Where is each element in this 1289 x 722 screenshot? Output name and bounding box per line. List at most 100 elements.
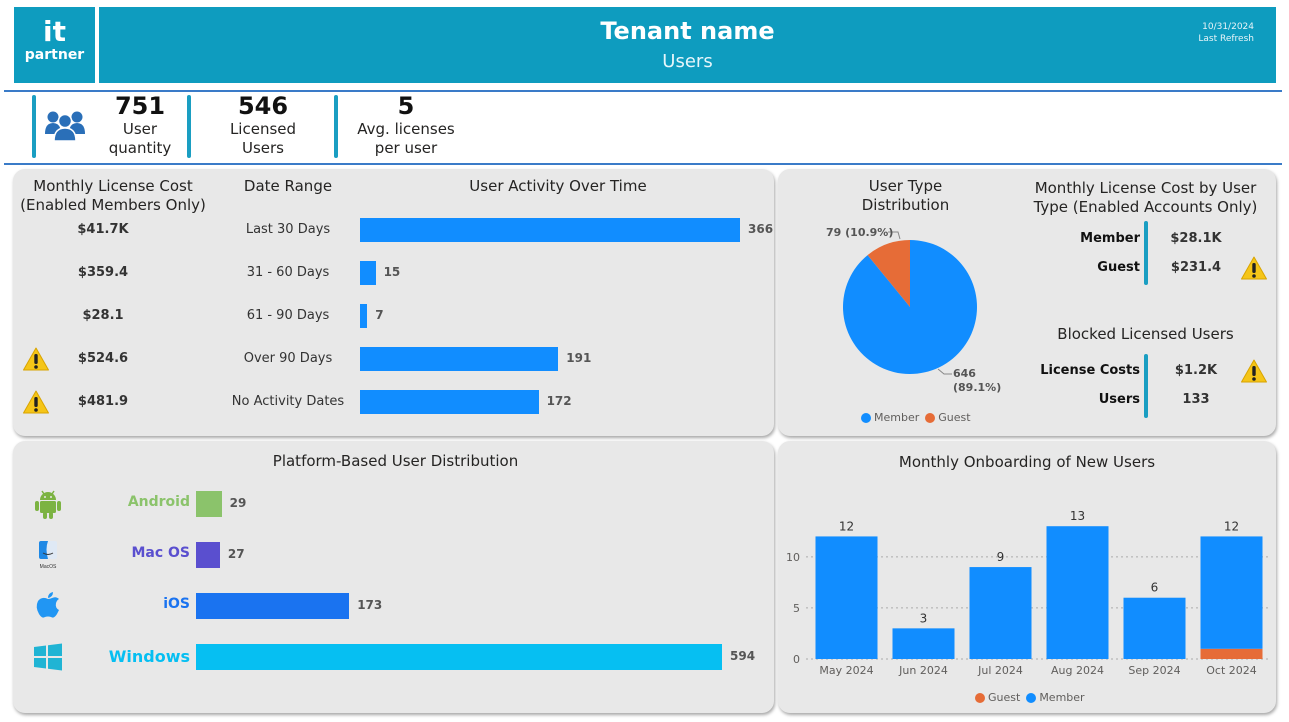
blocked-separator: [1144, 354, 1148, 418]
platform-bar-label: 27: [227, 547, 245, 561]
platform-bar-label: 173: [357, 598, 383, 612]
activity-bar-label: 366: [748, 222, 774, 236]
legend-member-label[interactable]: Member: [1039, 691, 1084, 704]
refresh-label: Last Refresh: [1198, 34, 1254, 44]
divider-top: [4, 90, 1282, 92]
kpi-separator: [32, 95, 36, 158]
warning-icon: [22, 346, 50, 372]
cost-value: $28.1: [82, 308, 124, 323]
pie-label-guest: 79 (10.9%): [826, 226, 894, 239]
x-tick-label: May 2024: [819, 664, 873, 677]
pie-member-percent: (89.1%): [953, 381, 1002, 394]
cost-value: $41.7K: [77, 222, 129, 237]
user-type-title-line1: User Type: [868, 177, 943, 195]
platform-label: Mac OS: [131, 545, 190, 561]
onboarding-title: Monthly Onboarding of New Users: [898, 453, 1156, 471]
legend-member-label[interactable]: Member: [874, 411, 919, 424]
activity-bar[interactable]: [360, 304, 368, 328]
pie-member-count: 646: [953, 367, 976, 380]
row-value: $231.4: [1170, 260, 1222, 275]
bar-member[interactable]: [1200, 536, 1263, 649]
bar-member[interactable]: [1123, 597, 1186, 659]
kpi-value: 546: [237, 92, 289, 120]
cost-by-type-separator: [1144, 221, 1148, 285]
legend-guest-label[interactable]: Guest: [988, 691, 1020, 704]
activity-bar-label: 191: [566, 351, 592, 365]
macos-finder-icon: MacOS: [33, 539, 63, 571]
legend-guest-label[interactable]: Guest: [938, 411, 970, 424]
cost-title-line1: Monthly License Cost: [33, 177, 193, 195]
activity-bar[interactable]: [360, 347, 559, 371]
windows-icon: [33, 641, 63, 673]
kpi-value: 5: [397, 92, 415, 120]
logo-partner: partner: [24, 47, 85, 63]
pie-leader-member: [937, 368, 952, 375]
row-label: License Costs: [1040, 363, 1140, 378]
kpi-user-quantity: 751 User quantity: [100, 92, 180, 158]
page-title: Tenant name: [600, 17, 775, 45]
x-tick-label: Oct 2024: [1206, 664, 1257, 677]
platform-bar[interactable]: [196, 542, 220, 568]
platform-label: Windows: [108, 647, 190, 666]
user-type-title-line2: Distribution: [861, 196, 950, 214]
bar-total-label: 13: [1070, 509, 1085, 523]
platform-bar[interactable]: [196, 491, 222, 517]
kpi-label: User: [122, 120, 158, 138]
warning-icon: [1240, 255, 1268, 281]
x-tick-label: Jun 2024: [898, 664, 948, 677]
bar-total-label: 6: [1151, 581, 1159, 595]
kpi-label: Avg. licenses: [357, 120, 455, 138]
bar-total-label: 12: [1224, 519, 1239, 533]
platform-bar[interactable]: [196, 644, 722, 670]
bar-member[interactable]: [892, 628, 955, 659]
activity-bar-label: 7: [375, 308, 384, 322]
user-type-title: User Type Distribution: [823, 177, 988, 215]
row-value: $1.2K: [1174, 363, 1218, 378]
cost-value: $359.4: [77, 265, 129, 280]
activity-bar[interactable]: [360, 218, 740, 242]
x-tick-label: Aug 2024: [1051, 664, 1104, 677]
user-type-card: User Type Distribution 79 (10.9%) 646 (8…: [778, 169, 1276, 436]
activity-bar-label: 172: [546, 394, 572, 408]
logo-it: it: [43, 15, 66, 48]
users-group-icon: [44, 108, 86, 146]
platform-card: Platform-Based User Distribution Android…: [13, 441, 774, 713]
platform-label: iOS: [163, 596, 190, 612]
platform-bar[interactable]: [196, 593, 350, 619]
cost-value: $481.9: [77, 394, 129, 409]
date-range-label: 31 - 60 Days: [246, 265, 330, 280]
x-tick-label: Jul 2024: [977, 664, 1023, 677]
legend-member-dot: [1026, 692, 1037, 703]
row-label: Users: [1098, 392, 1140, 407]
pie-label-member: 646 (89.1%): [953, 367, 1001, 395]
kpi-licensed-users: 546 Licensed Users: [208, 92, 318, 158]
activity-chart-title: User Activity Over Time: [469, 177, 647, 195]
date-range-label: Last 30 Days: [245, 222, 331, 237]
activity-bar[interactable]: [360, 261, 376, 285]
platform-bar-label: 29: [229, 496, 247, 510]
bar-total-label: 9: [997, 550, 1005, 564]
bar-member[interactable]: [815, 536, 878, 659]
cost-value: $524.6: [77, 351, 129, 366]
bar-member[interactable]: [1046, 526, 1109, 659]
bar-member[interactable]: [969, 567, 1032, 659]
last-refresh: 10/31/2024 Last Refresh: [1198, 21, 1254, 45]
legend-guest-dot: [925, 412, 936, 423]
activity-bar-label: 15: [383, 265, 401, 279]
legend-member-dot: [861, 412, 871, 423]
row-value: 133: [1182, 392, 1210, 407]
activity-bar[interactable]: [360, 390, 539, 414]
kpi-value: 751: [114, 92, 166, 120]
onboarding-card: Monthly Onboarding of New Users 0 5 10 12 Ma…: [778, 441, 1276, 713]
y-tick-label: 5: [793, 602, 800, 615]
row-label: Guest: [1097, 260, 1140, 275]
blocked-users-title: Blocked Licensed Users: [1057, 325, 1234, 343]
bar-guest[interactable]: [1200, 648, 1263, 659]
kpi-separator: [334, 95, 338, 158]
y-tick-label: 10: [786, 551, 800, 564]
kpi-separator: [187, 95, 191, 158]
date-range-label: Over 90 Days: [243, 351, 333, 366]
pie-legend: Member Guest: [861, 411, 971, 424]
cost-by-type-title-line2: Type (Enabled Accounts Only): [1033, 198, 1258, 216]
header-banner: Tenant name Users 10/31/2024 Last Refres…: [99, 7, 1276, 83]
